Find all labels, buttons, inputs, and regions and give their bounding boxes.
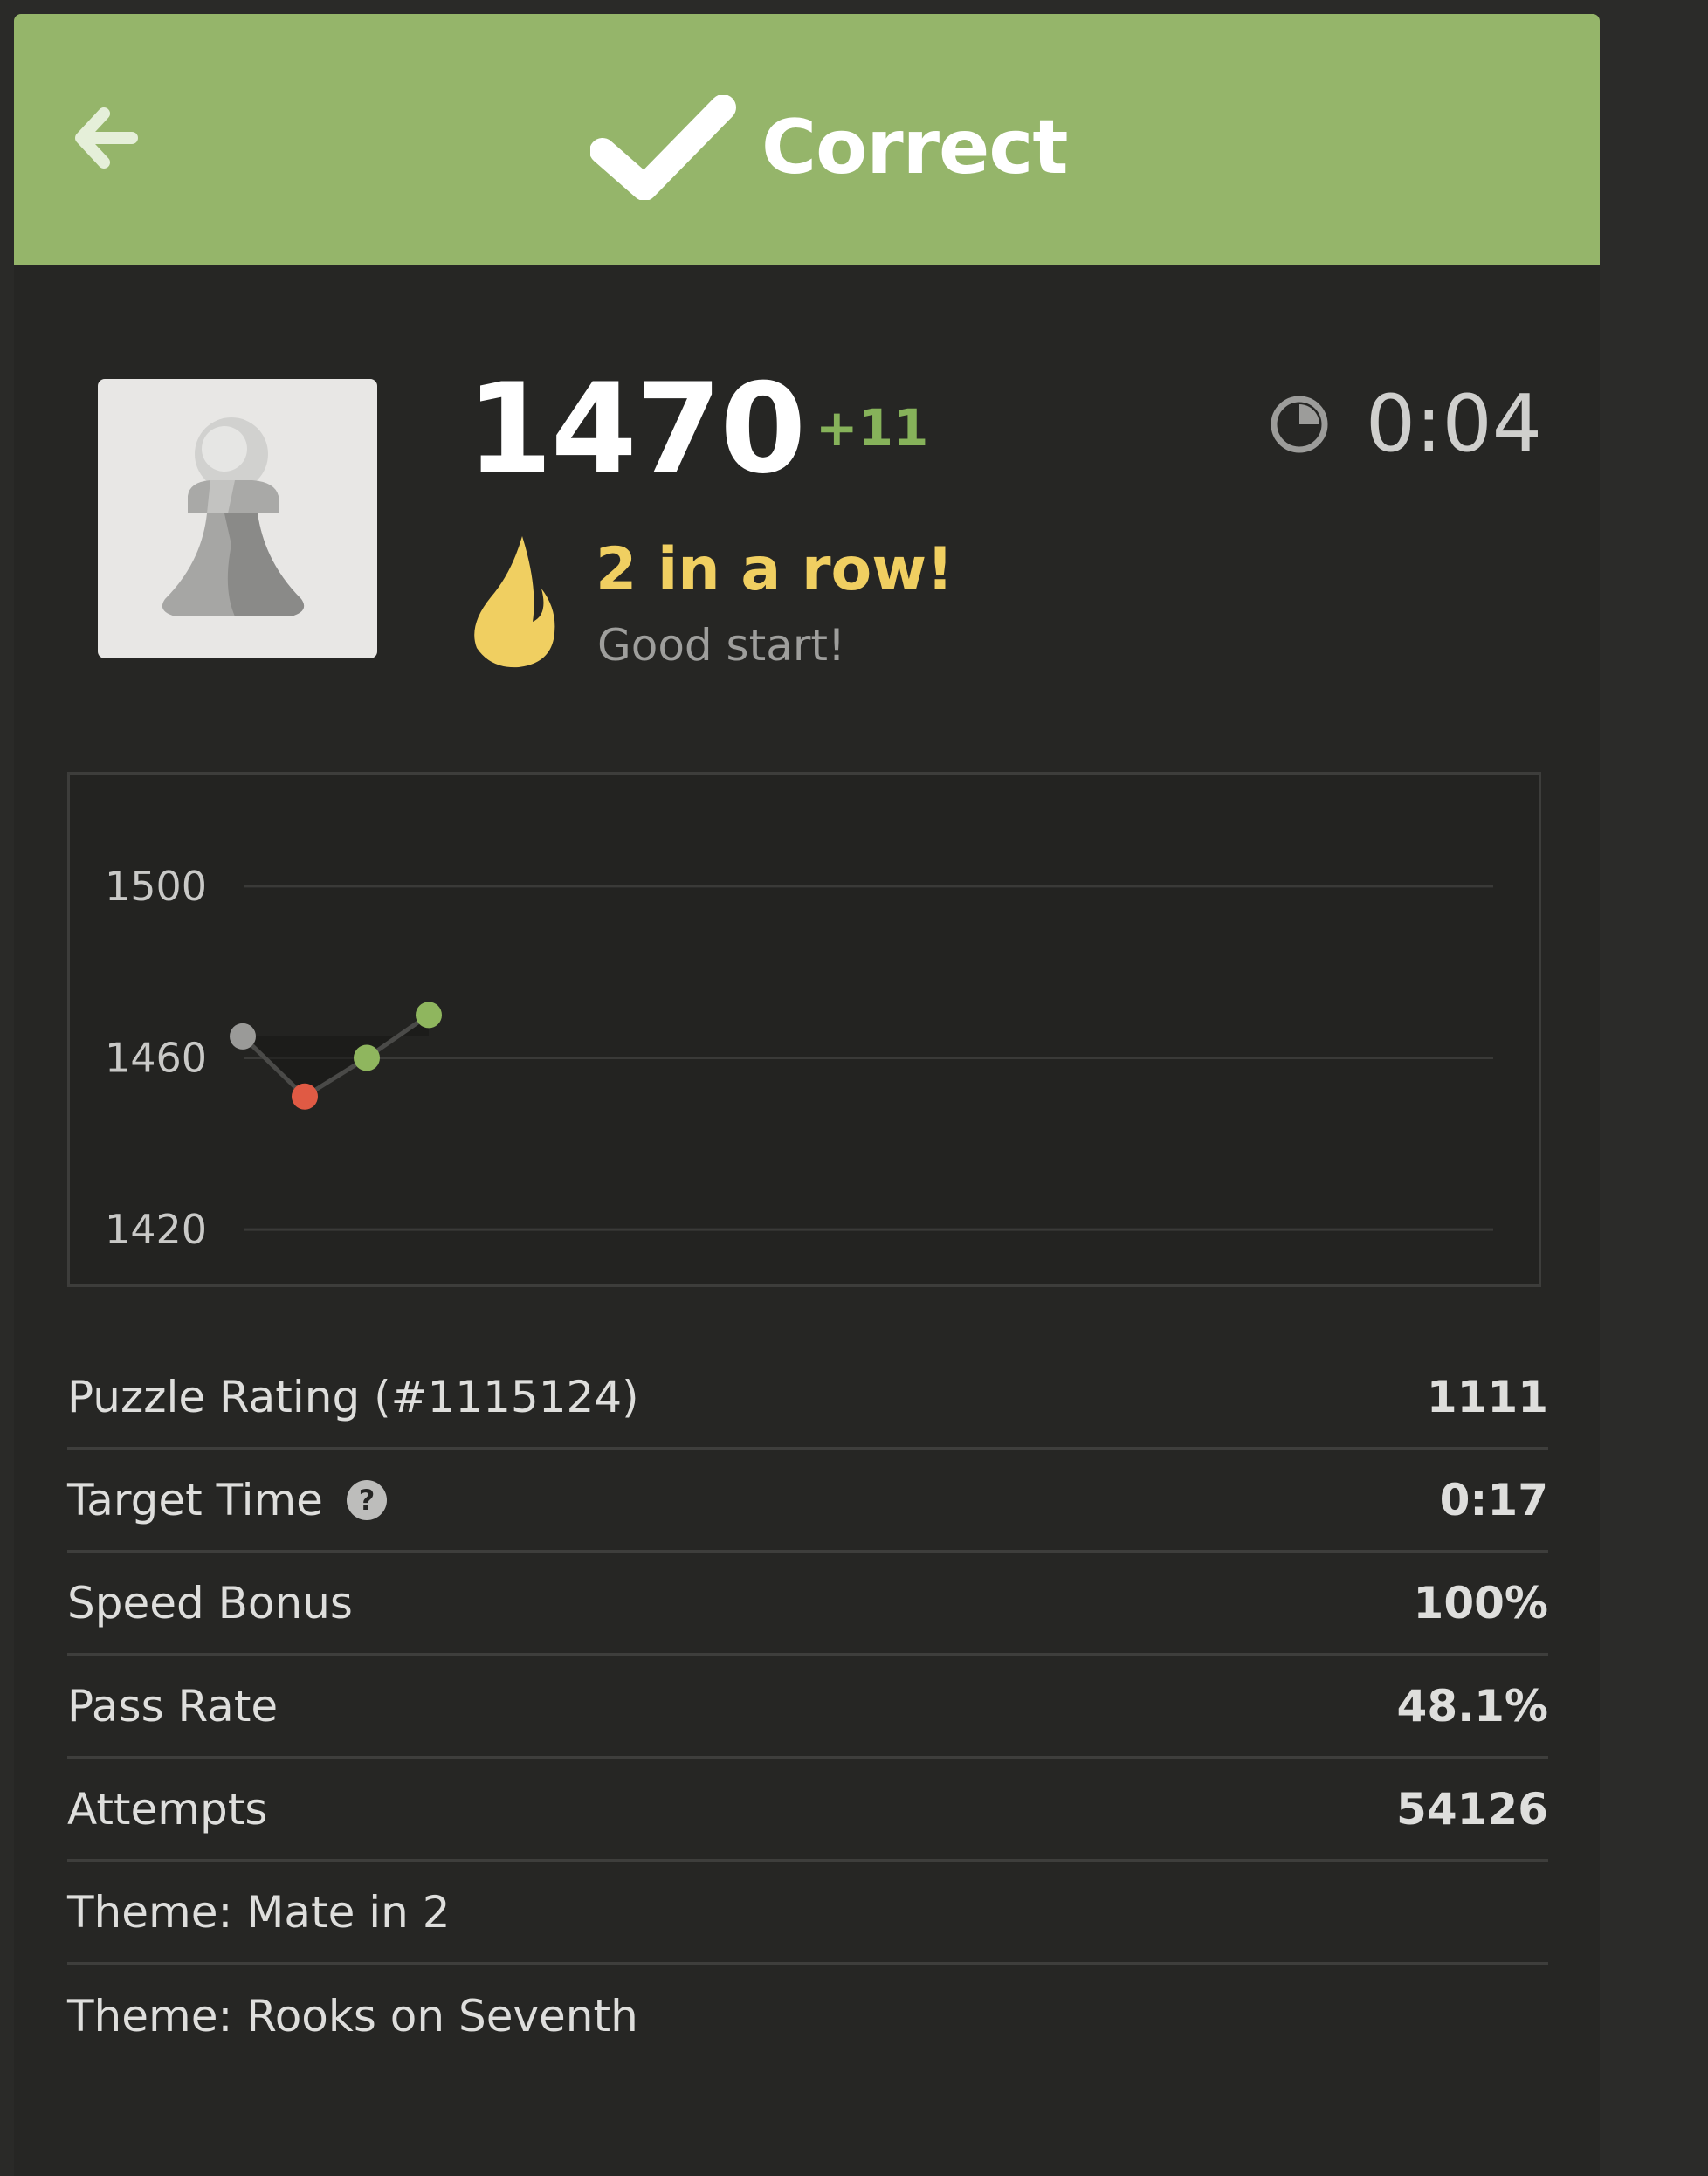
stat-value: 0:17	[1439, 1474, 1548, 1525]
stat-row-speed-bonus: Speed Bonus 100%	[67, 1553, 1548, 1656]
stat-row-puzzle-rating: Puzzle Rating (#1115124) 1111	[67, 1346, 1548, 1450]
streak-subtitle: Good start!	[597, 620, 846, 671]
checkmark-icon	[590, 95, 736, 200]
back-button[interactable]	[58, 94, 154, 182]
stat-value: 1111	[1426, 1371, 1548, 1422]
theme-link[interactable]: Theme: Mate in 2	[67, 1887, 451, 1938]
timer: 0:04	[1268, 381, 1542, 468]
flame-icon	[474, 536, 555, 668]
clock-icon	[1271, 396, 1328, 453]
puzzle-stats: Puzzle Rating (#1115124) 1111 Target Tim…	[67, 1346, 1548, 2068]
stat-row-theme-mate: Theme: Mate in 2	[67, 1862, 1548, 1965]
avatar	[98, 379, 377, 658]
stat-label: Puzzle Rating (#1115124)	[67, 1371, 639, 1422]
stat-label: Target Time	[67, 1474, 323, 1525]
side-strip	[1600, 0, 1708, 2176]
svg-text:?: ?	[359, 1484, 375, 1517]
y-tick-label: 1460	[105, 1035, 207, 1082]
arrow-left-icon	[75, 107, 138, 169]
stat-label: Attempts	[67, 1783, 268, 1835]
stat-row-target-time: Target Time ? 0:17	[67, 1450, 1548, 1553]
y-tick-label: 1500	[105, 863, 207, 910]
rating-point	[416, 1002, 442, 1029]
stat-label-group: Target Time ?	[67, 1475, 388, 1525]
stat-row-theme-rooks: Theme: Rooks on Seventh	[67, 1965, 1548, 2068]
rating-change: +11	[816, 398, 929, 458]
rating-chart-svg: 1500 1460 1420	[105, 863, 1493, 1253]
rating-point	[292, 1083, 318, 1110]
rating-point	[230, 1023, 256, 1050]
rating-area	[243, 1015, 429, 1097]
stat-label: Speed Bonus	[67, 1577, 353, 1629]
question-icon[interactable]: ?	[346, 1479, 388, 1521]
y-tick-label: 1420	[105, 1206, 207, 1253]
pawn-icon	[162, 417, 305, 616]
result-header: Correct	[14, 14, 1600, 265]
stat-value: 48.1%	[1396, 1680, 1548, 1732]
rating-point	[354, 1044, 380, 1071]
header-title-group: Correct	[590, 91, 1068, 204]
stat-label: Pass Rate	[67, 1680, 279, 1732]
puzzle-result-panel: Correct 1470 +11 0:04 2 in a row! Good s…	[14, 14, 1600, 2176]
stat-row-pass-rate: Pass Rate 48.1%	[67, 1656, 1548, 1759]
theme-link[interactable]: Theme: Rooks on Seventh	[67, 1991, 638, 2042]
stat-value: 100%	[1413, 1577, 1548, 1629]
header-title: Correct	[761, 104, 1068, 191]
puzzle-rating-score: 1470	[466, 357, 806, 501]
stat-row-attempts: Attempts 54126	[67, 1759, 1548, 1862]
streak-title: 2 in a row!	[596, 535, 954, 604]
rating-chart: 1500 1460 1420	[67, 772, 1541, 1287]
stat-value: 54126	[1396, 1783, 1548, 1835]
timer-value: 0:04	[1365, 378, 1542, 470]
